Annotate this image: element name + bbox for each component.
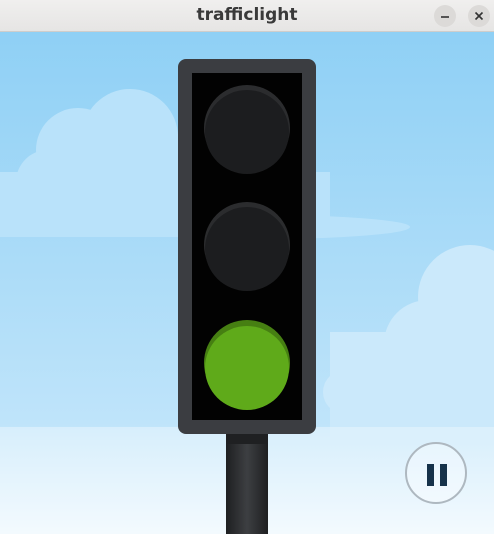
pause-button[interactable] (405, 442, 467, 504)
app-window: trafficlight (0, 0, 494, 534)
minimize-button[interactable] (434, 5, 456, 27)
yellow-lamp (204, 202, 290, 291)
pole (226, 430, 268, 534)
title-bar[interactable]: trafficlight (0, 0, 494, 32)
green-lamp (204, 320, 290, 410)
red-lamp (204, 85, 290, 174)
minimize-icon (441, 16, 449, 18)
traffic-light (178, 59, 316, 434)
close-button[interactable] (468, 5, 490, 27)
window-title: trafficlight (196, 5, 298, 25)
close-icon (474, 11, 484, 21)
